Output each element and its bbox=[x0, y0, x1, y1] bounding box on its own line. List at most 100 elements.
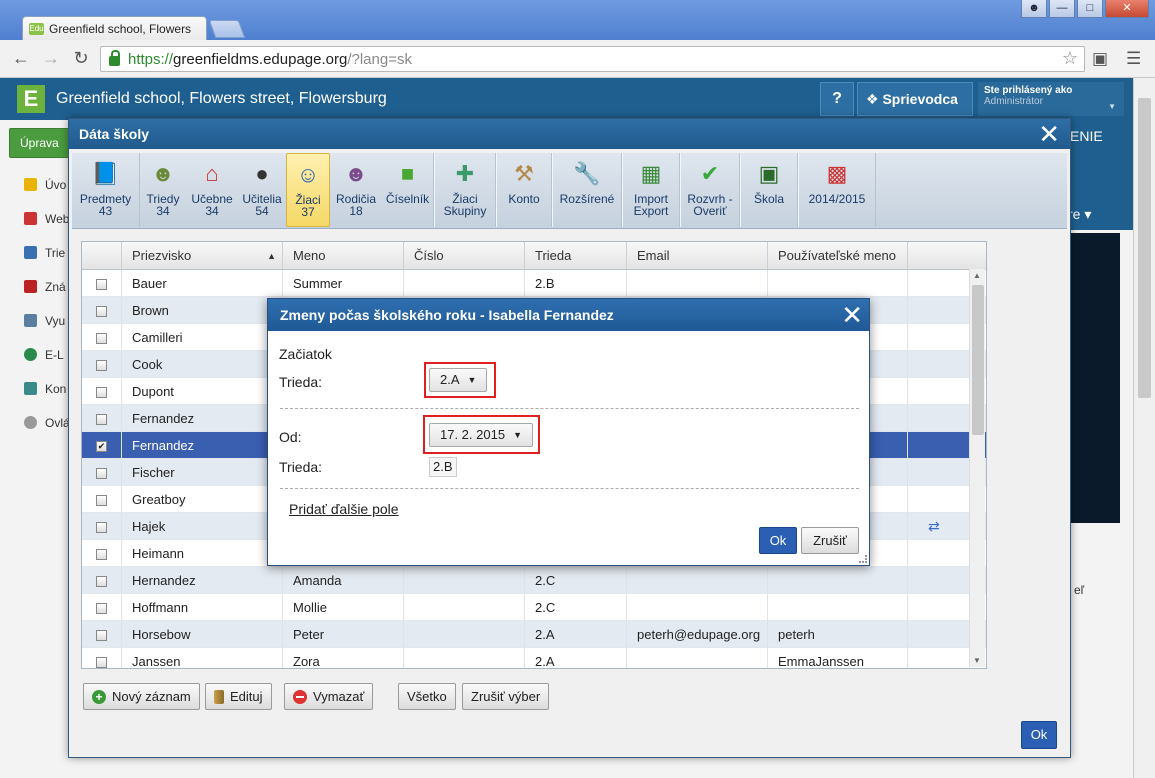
forward-icon[interactable]: → bbox=[40, 48, 62, 69]
close-window-icon[interactable]: ✕ bbox=[1105, 0, 1149, 18]
table-row[interactable]: Horsebow Peter 2.A peterh@edupage.org peterh bbox=[82, 621, 986, 648]
table-row[interactable]: Janssen Zora 2.A EmmaJanssen bbox=[82, 648, 986, 668]
sidebar-item-controls[interactable]: Ovlá bbox=[24, 416, 70, 430]
guide-button[interactable]: ❖ Sprievodca bbox=[857, 82, 973, 116]
column-header-number[interactable]: Číslo bbox=[404, 242, 525, 269]
add-field-link[interactable]: Pridať ďalšie pole bbox=[289, 501, 399, 517]
close-icon[interactable]: ✕ bbox=[841, 299, 863, 331]
select-all-button[interactable]: Všetko bbox=[398, 683, 456, 710]
modal-ok-button[interactable]: Ok bbox=[759, 527, 797, 554]
new-tab-button[interactable] bbox=[208, 20, 246, 38]
tab-timetable-check[interactable]: ✔ Rozvrh - Overiť bbox=[680, 153, 740, 227]
browser-tab[interactable]: Edu Greenfield school, Flowers bbox=[22, 16, 207, 40]
tab-teachers[interactable]: ● Učitelia 54 bbox=[238, 153, 286, 227]
page-scrollbar[interactable] bbox=[1133, 78, 1155, 778]
row-checkbox[interactable] bbox=[96, 414, 107, 426]
row-checkbox[interactable] bbox=[96, 387, 107, 399]
tab-school[interactable]: ▣ Škola bbox=[740, 153, 798, 227]
edit-button[interactable]: Edituj bbox=[205, 683, 272, 710]
sidebar-item-web[interactable]: Web bbox=[24, 212, 69, 226]
new-record-button[interactable]: + Nový záznam bbox=[83, 683, 200, 710]
reload-icon[interactable]: ↻ bbox=[70, 48, 92, 69]
scroll-up-icon[interactable]: ▲ bbox=[973, 271, 981, 280]
table-scrollbar[interactable]: ▲ ▼ bbox=[969, 269, 985, 667]
resize-grip-icon[interactable] bbox=[859, 555, 867, 563]
edupage-logo-icon[interactable]: E bbox=[17, 85, 45, 113]
table-scroll-thumb[interactable] bbox=[972, 285, 984, 435]
table-row[interactable]: Hoffmann Mollie 2.C bbox=[82, 594, 986, 621]
tab-school-year[interactable]: ▩ 2014/2015 bbox=[798, 153, 876, 227]
tab-import-export[interactable]: ▦ Import Export bbox=[622, 153, 680, 227]
row-checkbox[interactable] bbox=[96, 549, 107, 561]
swap-arrows-icon[interactable]: ⇄ bbox=[918, 518, 940, 534]
tab-classrooms[interactable]: ⌂ Učebne 34 bbox=[186, 153, 238, 227]
dialog-ok-button[interactable]: Ok bbox=[1021, 721, 1057, 749]
row-checkbox[interactable] bbox=[96, 603, 107, 615]
tab-account[interactable]: ⚒ Konto bbox=[496, 153, 552, 227]
row-checkbox[interactable] bbox=[96, 360, 107, 372]
column-header-name[interactable]: Meno bbox=[283, 242, 404, 269]
school-title: Greenfield school, Flowers street, Flowe… bbox=[56, 90, 387, 107]
back-icon[interactable]: ← bbox=[10, 48, 32, 69]
start-class-dropdown[interactable]: 2.A ▼ bbox=[429, 368, 488, 392]
row-checkbox[interactable] bbox=[96, 333, 107, 345]
row-checkbox[interactable] bbox=[96, 468, 107, 480]
lock-icon bbox=[109, 49, 120, 66]
site-header: E Greenfield school, Flowers street, Flo… bbox=[0, 78, 1133, 120]
clear-selection-button[interactable]: Zrušiť výber bbox=[462, 683, 550, 710]
row-checkbox[interactable] bbox=[96, 495, 107, 507]
sidebar-item-home[interactable]: Úvo bbox=[24, 178, 66, 192]
edit-mode-button[interactable]: Úprava bbox=[9, 128, 69, 158]
maximize-icon[interactable]: □ bbox=[1077, 0, 1103, 18]
from-date-dropdown[interactable]: 17. 2. 2015 ▼ bbox=[429, 423, 533, 447]
page-scroll-thumb[interactable] bbox=[1138, 98, 1151, 398]
column-header-surname[interactable]: Priezvisko ▲ bbox=[122, 242, 283, 269]
grades-icon bbox=[24, 280, 37, 293]
sidebar-item-classes[interactable]: Trie bbox=[24, 246, 65, 260]
sidebar-item-elearning[interactable]: E-L bbox=[24, 348, 64, 362]
checkmark-icon: ✔ bbox=[700, 161, 720, 186]
tab-advanced[interactable]: 🔧 Rozšírené bbox=[552, 153, 622, 227]
table-row[interactable]: Hernandez Amanda 2.C bbox=[82, 567, 986, 594]
help-button[interactable]: ? bbox=[820, 82, 854, 116]
column-header-email[interactable]: Email bbox=[627, 242, 768, 269]
row-checkbox[interactable] bbox=[96, 576, 107, 588]
row-checkbox[interactable] bbox=[96, 306, 107, 318]
table-cell-user bbox=[768, 270, 908, 296]
row-select-cell bbox=[82, 540, 122, 566]
delete-button[interactable]: Vymazať bbox=[284, 683, 374, 710]
address-bar: ← → ↻ https://greenfieldms.edupage.org/?… bbox=[0, 40, 1155, 78]
gear-icon bbox=[24, 416, 37, 429]
row-checkbox[interactable] bbox=[96, 657, 107, 668]
tab-subjects[interactable]: 📘 Predmety 43 bbox=[72, 153, 140, 227]
tab-classes[interactable]: ☻ Triedy 34 bbox=[140, 153, 186, 227]
logged-user-menu[interactable]: Ste prihlásený ako Administrátor ▼ bbox=[978, 82, 1124, 116]
user-icon[interactable]: ☻ bbox=[1021, 0, 1047, 18]
sidebar-item-contacts[interactable]: Kon bbox=[24, 382, 66, 396]
table-row[interactable]: Bauer Summer 2.B bbox=[82, 270, 986, 297]
column-header-class[interactable]: Trieda bbox=[525, 242, 627, 269]
row-extra-cell bbox=[908, 378, 970, 404]
tab-codebook[interactable]: ■ Číselník bbox=[382, 153, 434, 227]
cast-icon[interactable]: ▣ bbox=[1092, 49, 1108, 69]
delete-icon bbox=[293, 689, 307, 704]
sidebar-item-grades[interactable]: Zná bbox=[24, 280, 66, 294]
close-icon[interactable]: ✕ bbox=[1038, 120, 1060, 148]
menu-icon[interactable]: ☰ bbox=[1126, 49, 1141, 69]
row-checkbox[interactable] bbox=[96, 279, 107, 291]
dialog-title: Dáta školy bbox=[79, 126, 150, 142]
bookmark-star-icon[interactable]: ☆ bbox=[1062, 48, 1078, 69]
tab-parents[interactable]: ☻ Rodičia 18 bbox=[330, 153, 382, 227]
sidebar-item-teaching[interactable]: Vyu bbox=[24, 314, 65, 328]
column-header-username[interactable]: Používateľské meno bbox=[768, 242, 908, 269]
row-checkbox[interactable] bbox=[96, 630, 107, 642]
tab-student-groups[interactable]: ✚ Žiaci Skupiny bbox=[434, 153, 496, 227]
modal-cancel-button[interactable]: Zrušiť bbox=[801, 527, 859, 554]
row-checkbox[interactable] bbox=[96, 522, 107, 534]
row-checkbox[interactable]: ✔ bbox=[96, 441, 107, 453]
scroll-down-icon[interactable]: ▼ bbox=[973, 656, 981, 665]
tab-students[interactable]: ☺ Žiaci 37 bbox=[286, 153, 330, 227]
url-field[interactable]: https://greenfieldms.edupage.org/?lang=s… bbox=[100, 46, 1085, 72]
minimize-icon[interactable]: — bbox=[1049, 0, 1075, 18]
table-cell-last: Cook bbox=[122, 351, 283, 377]
